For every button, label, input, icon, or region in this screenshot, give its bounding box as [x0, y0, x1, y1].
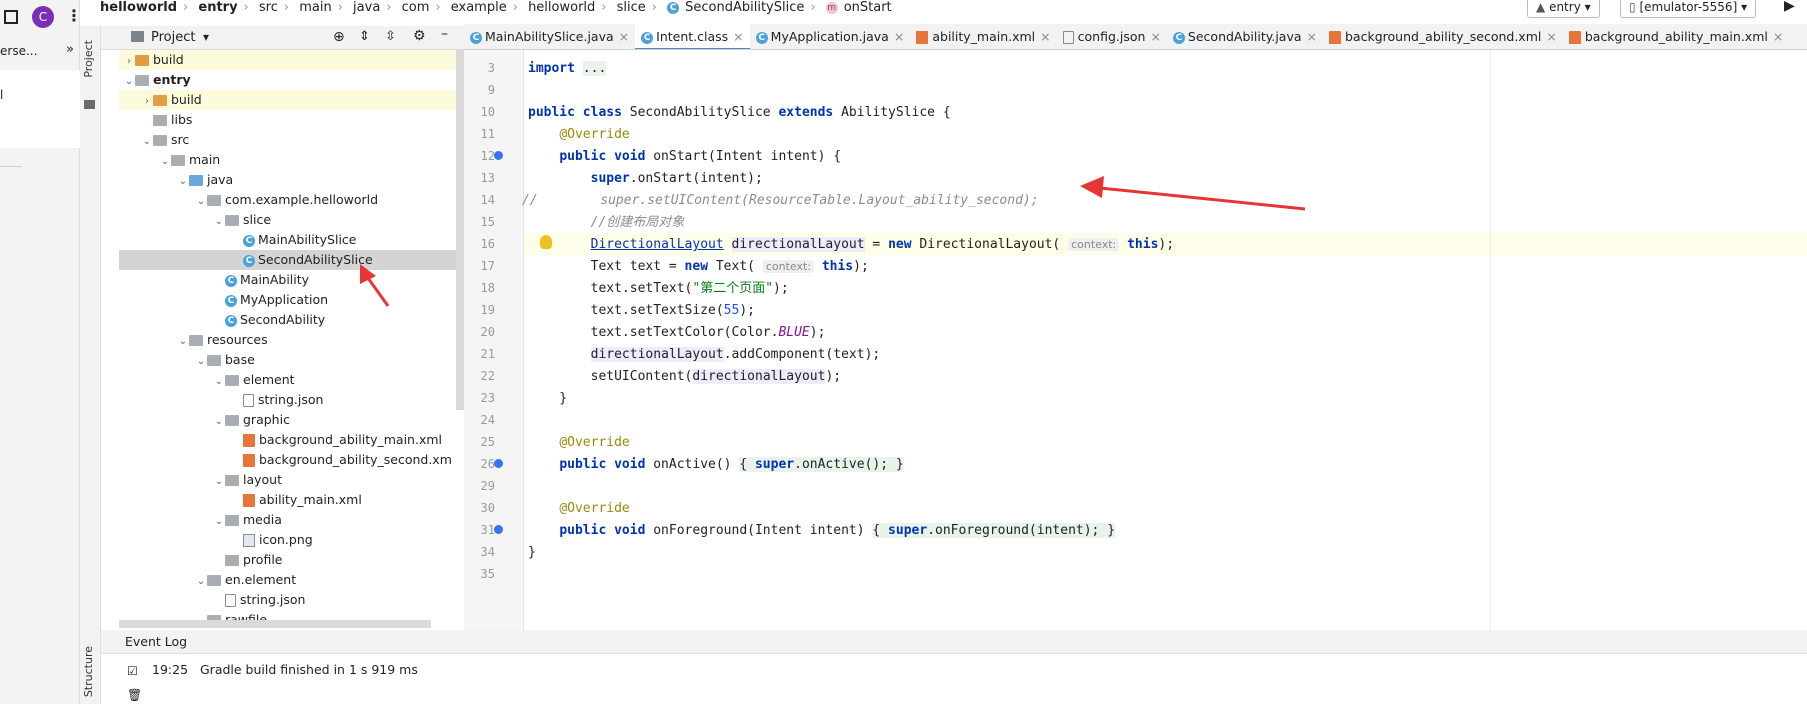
annotation-layer [360, 176, 1306, 307]
annotation-arrow-editor [1080, 176, 1306, 211]
annotation-arrow-tree [360, 264, 390, 307]
